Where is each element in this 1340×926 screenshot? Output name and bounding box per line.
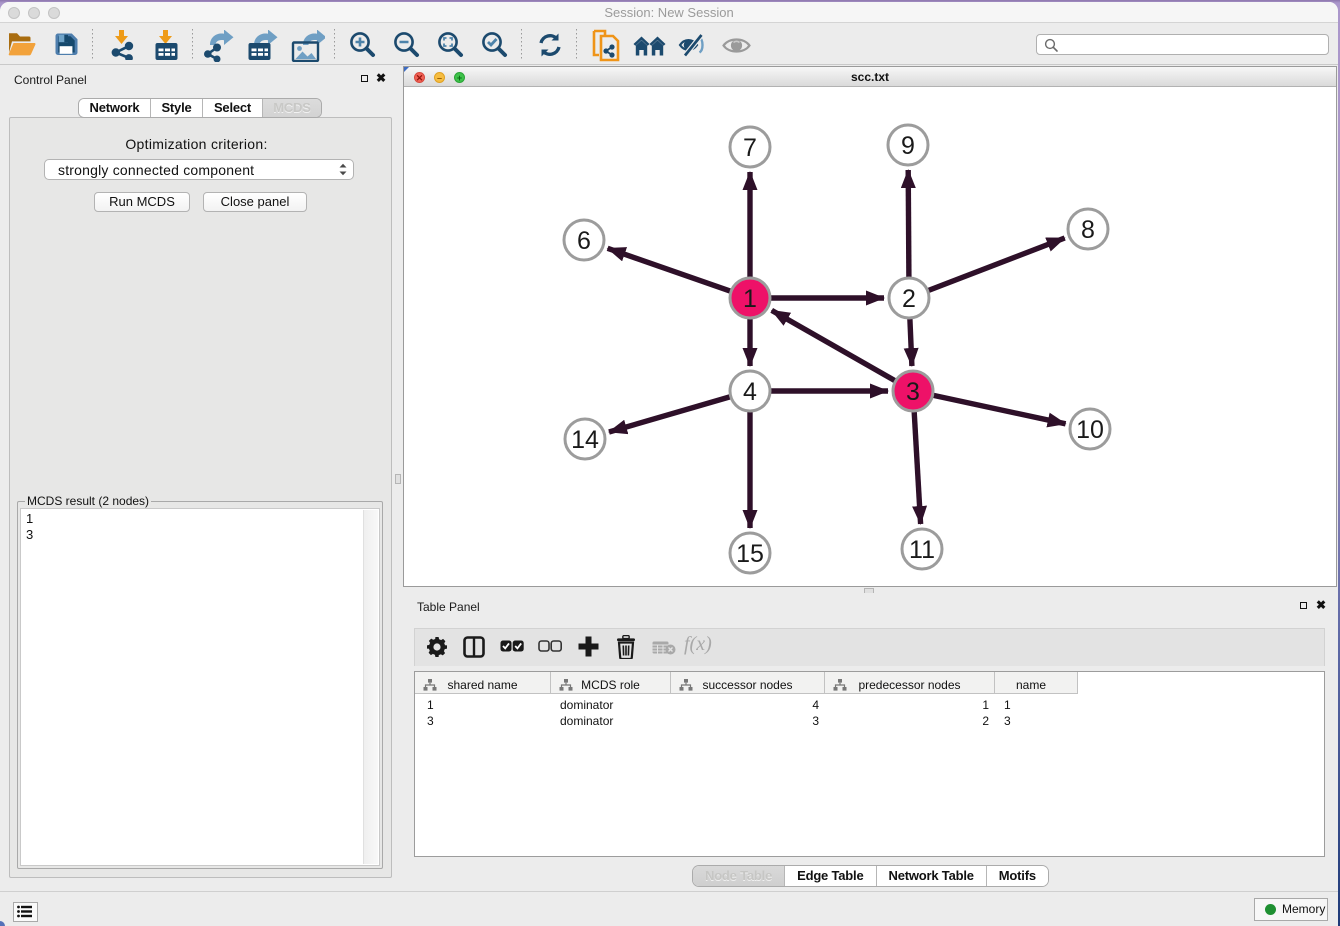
svg-text:2: 2 <box>902 285 916 313</box>
svg-text:15: 15 <box>736 540 764 568</box>
svg-text:4: 4 <box>743 378 757 406</box>
svg-text:11: 11 <box>909 536 935 564</box>
svg-text:3: 3 <box>906 378 920 406</box>
svg-text:6: 6 <box>577 227 591 255</box>
svg-text:1: 1 <box>743 285 757 313</box>
svg-text:8: 8 <box>1081 216 1095 244</box>
svg-text:9: 9 <box>901 132 915 160</box>
svg-text:7: 7 <box>743 134 757 162</box>
svg-text:10: 10 <box>1076 416 1104 444</box>
svg-text:14: 14 <box>571 426 599 454</box>
